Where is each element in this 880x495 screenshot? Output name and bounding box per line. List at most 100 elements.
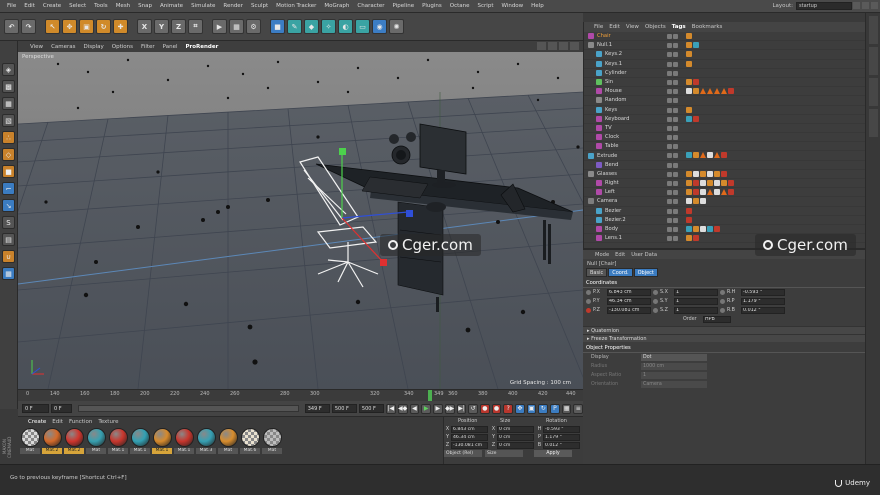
visibility-dot-icon[interactable] [667,226,672,232]
xpresso-tag-icon[interactable] [714,88,720,95]
visibility-dot-icon[interactable] [673,144,678,150]
visibility-dot-icon[interactable] [667,79,672,85]
material-swatch[interactable]: Mat [86,428,106,454]
menu-select[interactable]: Select [65,3,90,9]
material-tag-icon[interactable] [686,180,692,186]
visibility-dot-icon[interactable] [673,116,678,122]
material-swatch[interactable]: Mat [20,428,40,454]
viewport-menu-prorender[interactable]: ProRender [182,44,223,50]
visibility-dot-icon[interactable] [667,34,672,39]
material-tag-icon[interactable] [707,225,713,232]
cube-icon[interactable]: ■ [270,19,285,34]
material-swatch[interactable]: Mat [262,428,282,454]
object-row[interactable]: Keys.1 [584,60,865,69]
record-position-icon[interactable]: ✥ [515,403,525,414]
next-frame-icon[interactable]: ▶ [433,403,443,414]
toggle-view-icon[interactable] [570,42,579,50]
material-tag-icon[interactable] [714,189,720,196]
subdivision-surface-icon[interactable]: ◆ [304,19,319,34]
menu-pipeline[interactable]: Pipeline [389,3,419,9]
dolly-icon[interactable] [548,42,557,50]
maximize-icon[interactable] [862,2,869,9]
visibility-dot-icon[interactable] [667,135,672,141]
visibility-dot-icon[interactable] [673,52,678,58]
keyframe-dot-icon[interactable] [653,308,658,313]
material-tag-icon[interactable] [700,198,706,205]
material-tag-icon[interactable] [686,88,692,95]
keyframe-dot-icon[interactable] [720,299,725,304]
material-tag-icon[interactable] [686,216,692,223]
menu-plugins[interactable]: Plugins [418,3,446,9]
xpresso-tag-icon[interactable] [714,152,720,159]
material-tag-icon[interactable] [686,106,692,113]
keyframe-dot-icon[interactable] [720,308,725,313]
visibility-dot-icon[interactable] [667,43,672,49]
preview-max-field[interactable]: 349 F [304,404,330,413]
material-tag-icon[interactable] [686,189,692,196]
visibility-dot-icon[interactable] [673,171,678,177]
material-tag-icon[interactable] [686,225,692,232]
material-tag-icon[interactable] [686,42,692,49]
object-row[interactable]: Chair [584,32,865,42]
xpresso-tag-icon[interactable] [707,88,713,95]
points-mode-icon[interactable]: ∴ [2,131,15,144]
object-row[interactable]: Sin [584,78,865,88]
object-row[interactable]: Keys.2 [584,50,865,60]
keyframe-dot-icon[interactable] [653,299,658,304]
visibility-dot-icon[interactable] [667,181,672,186]
viewport-menu-panel[interactable]: Panel [159,44,182,50]
material-tag-icon[interactable] [728,88,734,95]
tab-basic[interactable]: Basic [586,268,608,277]
attribute-field-value[interactable]: 1 [674,289,718,296]
coordinate-system-icon[interactable]: ⌗ [188,19,203,34]
visibility-dot-icon[interactable] [667,98,672,104]
viewport-menu-view[interactable]: View [26,44,47,50]
visibility-dot-icon[interactable] [673,43,678,49]
visibility-toggles[interactable] [667,70,678,76]
property-value[interactable]: Dot [641,354,707,361]
menu-create[interactable]: Create [39,3,65,9]
attribute-field-value[interactable]: 6.843 cm [607,289,651,296]
object-row[interactable]: TV [584,124,865,134]
visibility-dot-icon[interactable] [667,236,672,242]
material-tag-icon[interactable] [686,235,692,242]
viewport-menu-filter[interactable]: Filter [137,44,159,50]
go-to-start-icon[interactable]: |◀ [385,403,396,414]
material-menu-edit[interactable]: Edit [52,419,63,425]
om-menu-edit[interactable]: Edit [609,24,620,30]
visibility-toggles[interactable] [667,199,678,205]
preview-min-field[interactable]: 0 F [51,404,73,413]
material-tag-icon[interactable] [686,207,692,214]
om-menu-bookmarks[interactable]: Bookmarks [692,24,723,30]
visibility-dot-icon[interactable] [667,144,672,150]
material-tag-icon[interactable] [693,78,699,85]
visibility-toggles[interactable] [667,116,678,122]
light-icon[interactable]: ✺ [389,19,404,34]
visibility-toggles[interactable] [667,43,678,49]
menu-window[interactable]: Window [497,3,527,9]
visibility-dot-icon[interactable] [673,153,678,159]
am-menu-edit[interactable]: Edit [615,252,625,258]
coordinate-size-field[interactable]: 0 cm [497,433,534,441]
start-frame-field[interactable]: 0 F [22,404,49,413]
visibility-dot-icon[interactable] [673,98,678,104]
am-menu-user-data[interactable]: User Data [631,252,657,258]
material-tag-icon[interactable] [693,198,699,205]
autokey-icon[interactable]: ● [491,403,502,414]
om-menu-view[interactable]: View [626,24,639,30]
object-row[interactable]: Clock [584,133,865,143]
make-editable-icon[interactable]: ◈ [2,63,15,76]
lock-workplane-icon[interactable]: ▤ [2,233,15,246]
material-tag-icon[interactable] [686,152,692,159]
visibility-toggles[interactable] [667,144,678,150]
coordinate-rot-field[interactable]: 0.012 ° [543,441,580,449]
go-to-end-icon[interactable]: ▶| [456,403,467,414]
material-swatch[interactable]: Mat [218,428,238,454]
material-swatch[interactable]: Mat.6 [240,428,260,454]
material-tag-icon[interactable] [686,51,692,58]
am-menu-mode[interactable]: Mode [595,252,609,258]
menu-snap[interactable]: Snap [134,3,156,9]
side-tab-objects[interactable] [868,16,878,44]
visibility-dot-icon[interactable] [673,70,678,76]
render-view-icon[interactable]: ▶ [212,19,227,34]
